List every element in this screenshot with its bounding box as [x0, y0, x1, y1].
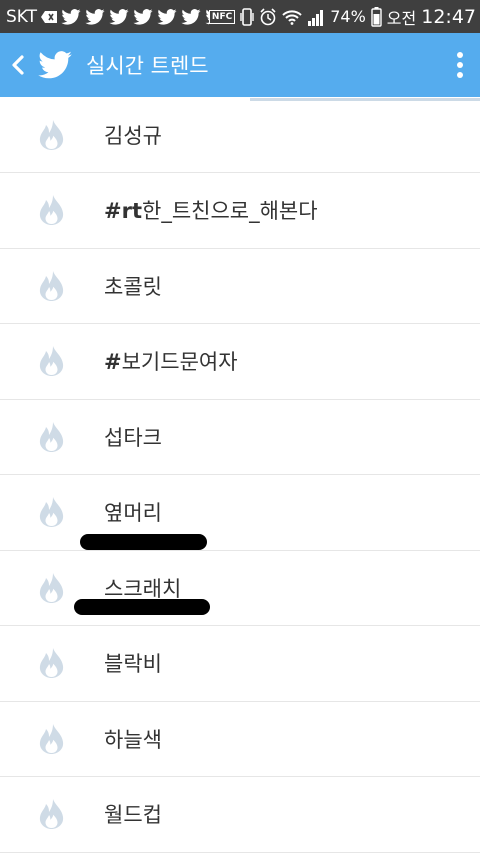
loading-progress-track — [249, 98, 480, 101]
twitter-notification-icon — [157, 8, 177, 25]
flame-icon — [38, 119, 65, 151]
app-bar: 실시간 트렌드 — [0, 33, 480, 97]
twitter-notification-icon — [133, 8, 153, 25]
twitter-notification-icon — [61, 8, 81, 25]
redaction-mark — [80, 534, 207, 550]
nfc-icon: NFC — [208, 9, 236, 24]
flame-icon — [38, 194, 65, 226]
keyboard-icon — [41, 10, 58, 23]
trend-label: 옆머리 — [104, 501, 162, 526]
clock-ampm: 오전 — [386, 8, 417, 28]
flame-icon — [38, 723, 65, 755]
flame-icon — [38, 647, 65, 679]
trend-label: 하늘색 — [104, 727, 162, 752]
wifi-icon — [282, 9, 302, 25]
battery-icon — [371, 6, 382, 27]
vibrate-icon — [240, 7, 254, 26]
flame-icon — [38, 572, 65, 604]
twitter-notification-icon — [181, 8, 201, 25]
trend-row[interactable]: 옆머리 — [0, 475, 480, 551]
status-right: NFC 74% 오전 12:47 — [208, 5, 476, 29]
chevron-left-icon — [12, 55, 24, 75]
page-title: 실시간 트렌드 — [86, 54, 209, 78]
trend-row[interactable]: 초콜릿 — [0, 249, 480, 324]
trend-label: 김성규 — [104, 123, 162, 148]
trend-label: #보기드문여자 — [104, 346, 238, 376]
signal-icon — [307, 8, 325, 26]
status-bar: SKT NFC 74% 오전 12:47 — [0, 0, 480, 33]
overflow-menu-button[interactable] — [440, 33, 480, 97]
flame-icon — [38, 798, 65, 830]
trend-row[interactable]: #rt한_트친으로_해본다 — [0, 173, 480, 249]
trend-row[interactable]: 월드컵 — [0, 777, 480, 853]
battery-percent: 74% — [330, 7, 366, 26]
carrier-label: SKT — [6, 6, 38, 27]
status-left: SKT — [6, 7, 209, 27]
trend-label: #rt한_트친으로_해본다 — [104, 195, 318, 225]
trend-hashtag-text: 보기드문여자 — [121, 350, 238, 375]
trend-label: 섭타크 — [104, 425, 162, 450]
flame-icon — [38, 270, 65, 302]
trend-label: 블락비 — [104, 652, 162, 677]
trend-hashtag-prefix: #rt — [104, 199, 142, 224]
trend-row[interactable]: 블락비 — [0, 626, 480, 702]
trend-row[interactable]: 스크래치 — [0, 551, 480, 626]
trend-row[interactable]: 섭타크 — [0, 400, 480, 475]
trend-row[interactable]: 하늘색 — [0, 702, 480, 777]
twitter-notification-icon — [109, 8, 129, 25]
redaction-mark — [74, 599, 210, 615]
trend-row[interactable]: #보기드문여자 — [0, 324, 480, 400]
trend-label: 초콜릿 — [104, 274, 162, 299]
twitter-logo-icon — [38, 48, 72, 82]
alarm-icon — [259, 7, 277, 26]
flame-icon — [38, 345, 65, 377]
trends-list: 김성규 #rt한_트친으로_해본다초콜릿 #보기드문여자섭타크옆머리스크래치블락비하… — [0, 97, 480, 853]
flame-icon — [38, 496, 65, 528]
loading-progress — [0, 97, 480, 103]
trend-hashtag-text: 한_트친으로_해본다 — [142, 199, 318, 224]
flame-icon — [38, 421, 65, 453]
trend-label: 월드컵 — [104, 803, 162, 828]
back-button[interactable] — [2, 33, 34, 97]
more-vertical-icon — [457, 52, 463, 78]
clock-time: 12:47 — [421, 5, 476, 28]
twitter-notification-icon — [85, 8, 105, 25]
trend-row[interactable]: 김성규 — [0, 97, 480, 173]
trend-hashtag-prefix: # — [104, 350, 122, 375]
